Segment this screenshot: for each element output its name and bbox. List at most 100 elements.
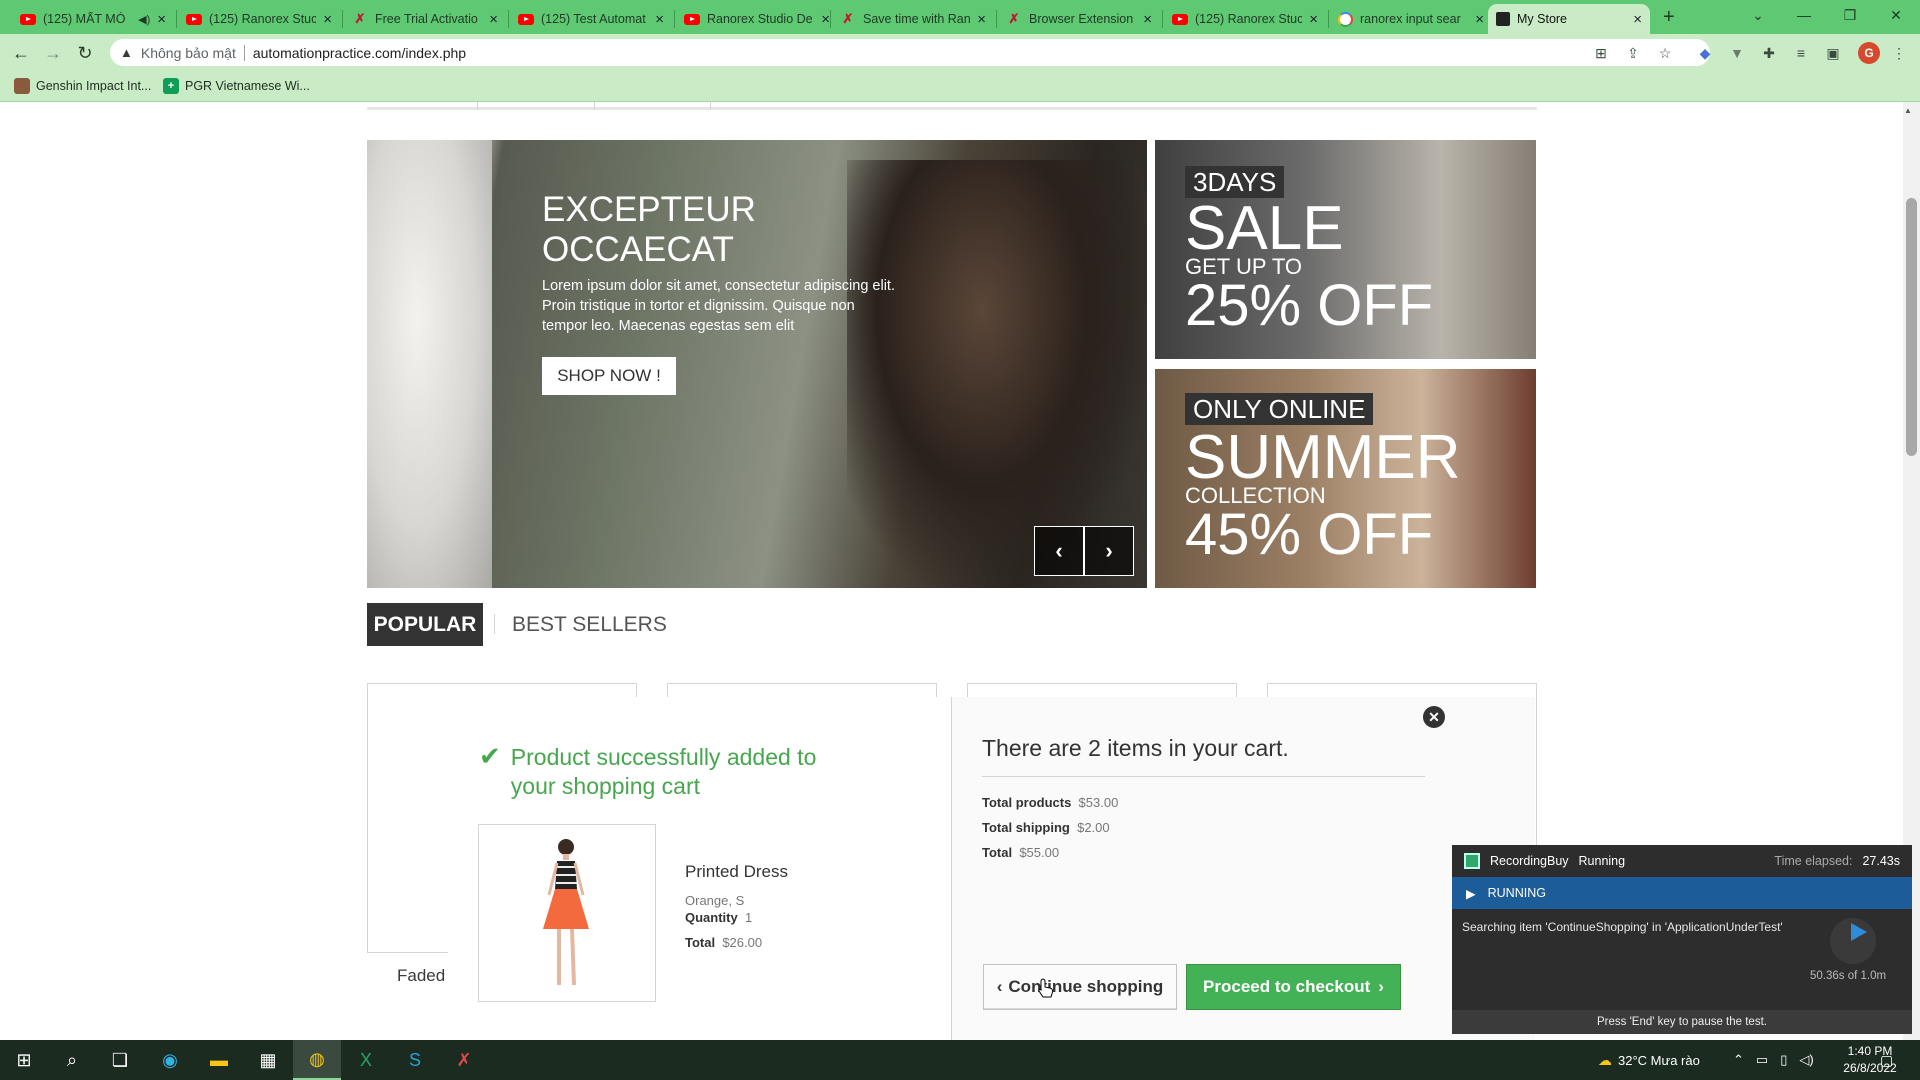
restore-icon[interactable]: ❐ [1827,0,1873,30]
puzzle-icon[interactable]: ✚ [1758,42,1780,64]
shop-now-button[interactable]: SHOP NOW ! [542,357,676,395]
tab-separator [996,10,997,28]
skype-icon[interactable]: S [391,1040,439,1080]
youtube-icon [20,13,36,25]
elapsed-value: 27.43s [1862,854,1900,868]
product-image [478,824,656,1002]
tab-search-icon[interactable]: ⌄ [1735,0,1781,30]
sale-banner[interactable]: 3DAYS SALE GET UP TO 25% OFF [1155,140,1536,359]
close-tab-icon[interactable]: × [1633,11,1642,28]
forward-icon[interactable]: → [40,40,66,66]
test-state: Running [1578,854,1626,868]
browser-tab-active[interactable]: My Store × [1488,4,1650,34]
scroll-up-icon[interactable]: ▲ [1904,106,1912,115]
scrollbar-thumb[interactable] [1906,198,1917,456]
chrome-icon[interactable]: ◍ [293,1040,341,1080]
browser-tab[interactable]: (125) Ranorex Stuc × [1164,4,1326,34]
warning-icon[interactable]: ▲ [120,45,133,60]
extension-icon[interactable]: ◆ [1694,42,1716,64]
windows-start-icon[interactable]: ⊞ [0,1040,48,1080]
slider-next-button[interactable]: › [1084,526,1134,576]
slide-description: Lorem ipsum dolor sit amet, consectetur … [542,278,895,334]
security-status[interactable]: Không bảo mật [141,45,236,61]
cart-product-attributes: Orange, S [685,893,745,908]
browser-tab[interactable]: (125) MẤT MÓ ◀︎) × [12,4,174,34]
browser-tab[interactable]: ✗ Save time with Ran × [832,4,994,34]
ranorex-studio-icon[interactable]: ✗ [440,1040,488,1080]
progress-time: 50.36s of 1.0m [1810,970,1887,982]
share-icon[interactable]: ⇪ [1622,42,1644,64]
total-products: Total products $53.00 [982,795,1119,810]
tab-separator [1162,10,1163,28]
close-tab-icon[interactable]: × [655,11,664,28]
menu-icon[interactable]: ⋮ [1888,42,1910,64]
close-tab-icon[interactable]: × [323,11,332,28]
media-icon[interactable]: ≡ [1790,42,1812,64]
notification-icon[interactable]: ▢ [1880,1040,1893,1080]
close-tab-icon[interactable]: × [1309,11,1318,28]
continue-shopping-button[interactable]: ‹ Continue shopping [983,964,1177,1010]
close-tab-icon[interactable]: × [489,11,498,28]
tab-popular[interactable]: POPULAR [367,603,483,646]
file-explorer-icon[interactable]: ▬ [195,1040,243,1080]
taskbar-clock[interactable]: 1:40 PM 26/8/2022 [1835,1043,1905,1077]
task-view-icon[interactable]: ❏ [96,1040,144,1080]
browser-tab[interactable]: (125) Test Automat × [510,4,672,34]
close-tab-icon[interactable]: × [821,11,830,28]
browser-tab[interactable]: Ranorex Studio De × [676,4,838,34]
ranorex-icon: ✗ [1008,11,1020,26]
weather-widget[interactable]: ☁ 32°C Mưa rào [1598,1040,1700,1080]
address-divider [243,44,245,61]
close-tab-icon[interactable]: × [1143,11,1152,28]
edge-icon[interactable]: ◉ [146,1040,194,1080]
cart-divider [982,776,1425,777]
banner-tag: ONLY ONLINE [1185,393,1374,425]
minimize-icon[interactable]: — [1781,0,1827,30]
close-tab-icon[interactable]: × [157,11,166,28]
url-text[interactable]: automationpractice.com/index.php [253,45,466,61]
bookmark-item[interactable]: Genshin Impact Int... [14,76,151,96]
address-bar[interactable]: ▲ Không bảo mật automationpractice.com/i… [110,39,1710,66]
speaker-icon[interactable]: ◀︎) [138,13,150,26]
reload-icon[interactable]: ↻ [72,40,98,66]
browser-tab[interactable]: ranorex input sear × [1330,4,1492,34]
store-icon [1496,12,1510,26]
translate-icon[interactable]: ⊞ [1590,42,1612,64]
side-panel-icon[interactable]: ▣ [1822,42,1844,64]
tray-arrow-icon[interactable]: ⌃ [1733,1052,1744,1068]
tab-best-sellers[interactable]: BEST SELLERS [512,603,667,646]
profile-avatar[interactable]: G [1858,42,1880,64]
search-icon[interactable]: ⌕ [48,1040,96,1080]
mouse-cursor-icon [1038,978,1054,998]
extension-icon[interactable]: ▼ [1726,42,1748,64]
browser-tab[interactable]: ✗ Browser Extension × [998,4,1160,34]
sheet-icon: + [163,78,179,94]
back-icon[interactable]: ← [8,40,34,66]
success-message: ✔ Product successfully added to your sho… [479,741,817,799]
excel-icon[interactable]: X [342,1040,390,1080]
proceed-to-checkout-button[interactable]: Proceed to checkout › [1186,964,1401,1010]
checkmark-icon: ✔ [479,741,501,771]
summer-banner[interactable]: ONLY ONLINE SUMMER COLLECTION 45% OFF [1155,369,1536,588]
cart-product-total: Total $26.00 [685,935,763,950]
new-tab-button[interactable]: + [1663,6,1675,29]
product-name[interactable]: Faded [397,966,445,986]
close-popup-icon[interactable]: ✕ [1423,706,1445,728]
menu-divider [477,102,478,110]
volume-icon[interactable]: ◁) [1799,1052,1813,1068]
browser-tab[interactable]: ✗ Free Trial Activatio × [344,4,506,34]
close-tab-icon[interactable]: × [977,11,986,28]
play-icon: ▶ [1466,886,1476,901]
homepage-slider[interactable]: EXCEPTEUR OCCAECAT Lorem ipsum dolor sit … [367,140,1147,588]
banner-headline: SALE [1185,194,1344,263]
network-icon[interactable]: ▯ [1780,1052,1787,1068]
browser-tab[interactable]: (125) Ranorex Stuc × [178,4,340,34]
bookmark-star-icon[interactable]: ☆ [1654,42,1676,64]
close-tab-icon[interactable]: × [1475,11,1484,28]
window-close-icon[interactable]: ✕ [1873,0,1919,30]
system-tray[interactable]: ⌃ ▭ ▯ ◁) [1733,1040,1814,1080]
battery-icon[interactable]: ▭ [1756,1052,1768,1068]
bookmark-item[interactable]: + PGR Vietnamese Wi... [163,76,310,96]
store-icon[interactable]: ▦ [244,1040,292,1080]
slider-prev-button[interactable]: ‹ [1034,526,1084,576]
